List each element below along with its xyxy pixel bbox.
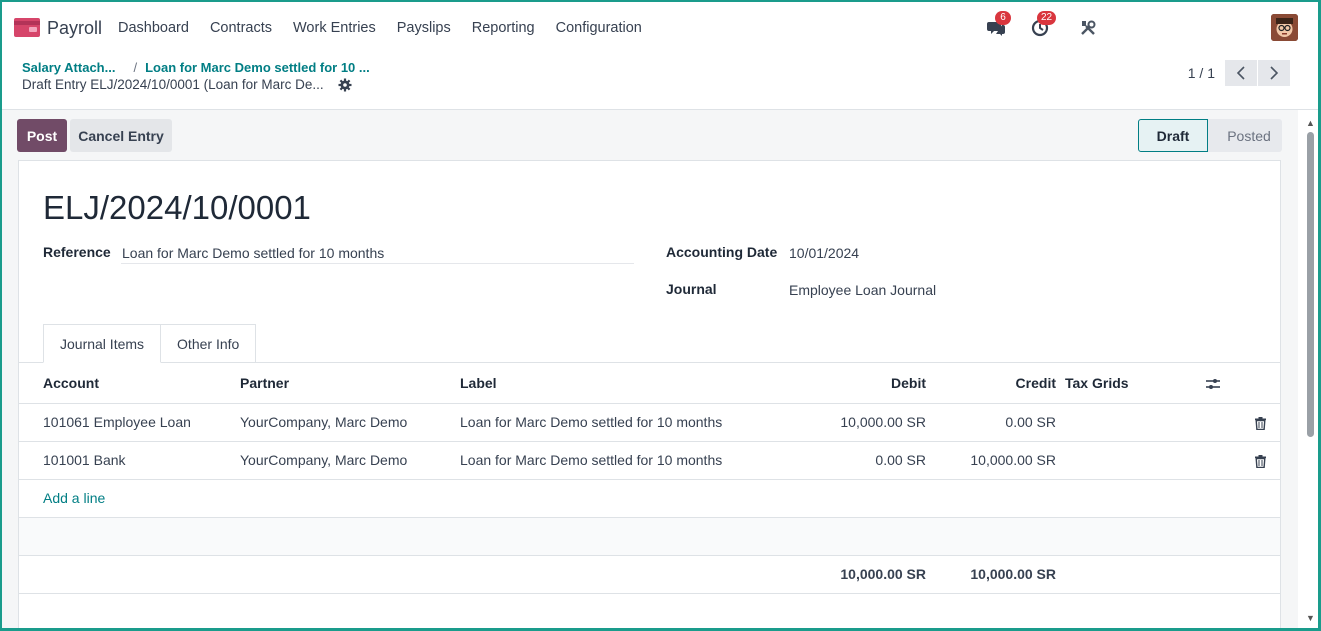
cell-label[interactable]: Loan for Marc Demo settled for 10 months xyxy=(460,403,760,442)
col-tax-grids[interactable]: Tax Grids xyxy=(1056,363,1206,404)
cell-debit[interactable]: 10,000.00 SR xyxy=(760,403,926,442)
gear-icon[interactable] xyxy=(338,78,352,92)
cell-credit[interactable]: 0.00 SR xyxy=(926,403,1056,442)
chevron-right-icon xyxy=(1270,66,1279,80)
menu-work-entries[interactable]: Work Entries xyxy=(293,20,376,36)
cell-credit[interactable]: 10,000.00 SR xyxy=(926,441,1056,480)
pager-value[interactable]: 1 / 1 xyxy=(1188,65,1215,81)
col-credit[interactable]: Credit xyxy=(926,363,1056,404)
menu-payslips[interactable]: Payslips xyxy=(397,20,451,36)
delete-row-button[interactable] xyxy=(1206,441,1280,480)
cell-label[interactable]: Loan for Marc Demo settled for 10 months xyxy=(460,441,760,480)
menu-contracts[interactable]: Contracts xyxy=(210,20,272,36)
col-account[interactable]: Account xyxy=(19,363,240,404)
journal-items-table: Account Partner Label Debit Credit Tax G… xyxy=(19,363,1280,594)
blank-row xyxy=(19,517,1280,556)
tools-button[interactable] xyxy=(1075,15,1101,41)
cell-partner[interactable]: YourCompany, Marc Demo xyxy=(240,403,460,442)
activity-button[interactable]: 22 xyxy=(1027,10,1057,41)
pager-next-button[interactable] xyxy=(1258,60,1290,86)
column-settings-button[interactable] xyxy=(1206,363,1280,404)
table-header-row: Account Partner Label Debit Credit Tax G… xyxy=(19,363,1280,404)
scroll-up-arrow-icon[interactable]: ▲ xyxy=(1306,118,1315,128)
reference-field[interactable]: Loan for Marc Demo settled for 10 months xyxy=(122,245,384,261)
add-line-row: Add a line xyxy=(19,479,1280,518)
top-navbar: Payroll Dashboard Contracts Work Entries… xyxy=(2,2,1318,54)
pager-previous-button[interactable] xyxy=(1225,60,1257,86)
menu-dashboard[interactable]: Dashboard xyxy=(118,20,189,36)
delete-row-button[interactable] xyxy=(1206,403,1280,442)
user-avatar[interactable] xyxy=(1271,14,1298,41)
post-button[interactable]: Post xyxy=(17,119,67,152)
breadcrumb-current: Draft Entry ELJ/2024/10/0001 (Loan for M… xyxy=(22,77,324,92)
status-bar: Draft Posted xyxy=(1138,119,1282,152)
add-a-line-link[interactable]: Add a line xyxy=(43,490,105,506)
reference-label: Reference xyxy=(43,244,111,260)
sliders-icon xyxy=(1206,379,1220,390)
table-row[interactable]: 101061 Employee Loan YourCompany, Marc D… xyxy=(19,403,1280,442)
app-name[interactable]: Payroll xyxy=(47,18,102,39)
tab-other-info[interactable]: Other Info xyxy=(161,324,257,363)
reference-underline xyxy=(121,263,634,264)
col-partner[interactable]: Partner xyxy=(240,363,460,404)
cancel-entry-button[interactable]: Cancel Entry xyxy=(70,119,172,152)
menu-configuration[interactable]: Configuration xyxy=(556,20,642,36)
main-menu: Dashboard Contracts Work Entries Payslip… xyxy=(118,20,663,36)
journal-label: Journal xyxy=(666,281,717,297)
activity-badge: 22 xyxy=(1037,10,1057,25)
cell-partner[interactable]: YourCompany, Marc Demo xyxy=(240,441,460,480)
col-label[interactable]: Label xyxy=(460,363,760,404)
chevron-left-icon xyxy=(1236,66,1245,80)
window-frame: Payroll Dashboard Contracts Work Entries… xyxy=(0,0,1321,631)
cell-account[interactable]: 101001 Bank xyxy=(19,441,240,480)
payroll-app-icon[interactable] xyxy=(14,18,40,37)
scroll-thumb[interactable] xyxy=(1307,132,1314,437)
form-sheet: ELJ/2024/10/0001 Reference Loan for Marc… xyxy=(18,160,1281,628)
pager: 1 / 1 xyxy=(1188,60,1290,86)
table-row[interactable]: 101001 Bank YourCompany, Marc Demo Loan … xyxy=(19,441,1280,480)
accounting-date-field[interactable]: 10/01/2024 xyxy=(789,245,859,261)
totals-row: 10,000.00 SR 10,000.00 SR xyxy=(19,555,1280,594)
scroll-down-arrow-icon[interactable]: ▼ xyxy=(1306,613,1315,623)
total-debit: 10,000.00 SR xyxy=(760,555,926,594)
trash-icon xyxy=(1255,454,1266,468)
systray: 6 22 xyxy=(983,10,1298,41)
breadcrumb: Salary Attach... / Loan for Marc Demo se… xyxy=(22,60,370,92)
breadcrumb-salary-attachment[interactable]: Salary Attach... xyxy=(22,60,115,75)
cell-tax-grids[interactable] xyxy=(1056,441,1206,480)
status-draft[interactable]: Draft xyxy=(1138,119,1208,152)
col-debit[interactable]: Debit xyxy=(760,363,926,404)
status-posted[interactable]: Posted xyxy=(1208,119,1282,152)
menu-reporting[interactable]: Reporting xyxy=(472,20,535,36)
total-credit: 10,000.00 SR xyxy=(926,555,1056,594)
breadcrumb-separator: / xyxy=(133,60,138,75)
tools-icon xyxy=(1081,20,1096,35)
trash-icon xyxy=(1255,416,1266,430)
cell-tax-grids[interactable] xyxy=(1056,403,1206,442)
notebook-tabs: Journal Items Other Info xyxy=(43,324,257,363)
vertical-scrollbar[interactable]: ▲ ▼ xyxy=(1305,118,1315,623)
chat-badge: 6 xyxy=(995,10,1011,25)
journal-field[interactable]: Employee Loan Journal xyxy=(789,282,936,298)
breadcrumb-loan[interactable]: Loan for Marc Demo settled for 10 ... xyxy=(145,60,370,75)
record-title: ELJ/2024/10/0001 xyxy=(43,189,311,226)
chat-button[interactable]: 6 xyxy=(983,10,1011,41)
cell-debit[interactable]: 0.00 SR xyxy=(760,441,926,480)
accounting-date-label: Accounting Date xyxy=(666,244,778,260)
cell-account[interactable]: 101061 Employee Loan xyxy=(19,403,240,442)
tab-journal-items[interactable]: Journal Items xyxy=(43,324,162,363)
